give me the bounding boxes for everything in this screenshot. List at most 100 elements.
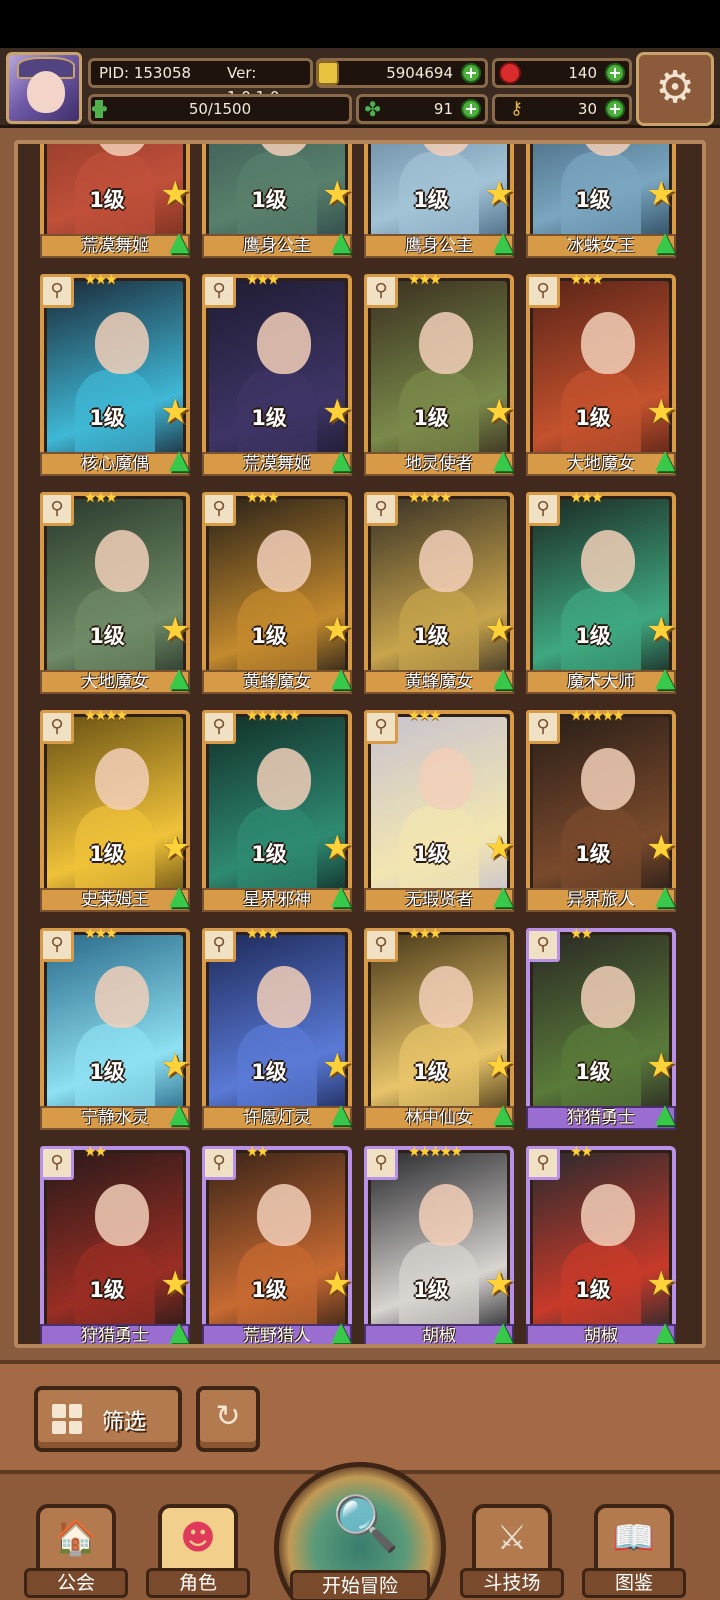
upgrade-arrow-icon[interactable]: ▲ [326, 1100, 356, 1130]
class-icon: ⚲ [40, 1146, 74, 1180]
character-card[interactable]: ⚲ ★★ 1级 ★ 荒野猎人 ▲ [202, 1144, 352, 1344]
upgrade-arrow-icon[interactable]: ▲ [650, 228, 680, 258]
player-avatar[interactable] [6, 52, 82, 124]
add-gold-button[interactable]: + [461, 63, 481, 83]
settings-button[interactable]: ⚙ [636, 52, 714, 126]
favorite-star-icon[interactable]: ★ [484, 1264, 514, 1304]
character-card[interactable]: ⚲ ★★★★ 1级 ★ 黄蜂魔女 ▲ [364, 490, 514, 702]
upgrade-arrow-icon[interactable]: ▲ [650, 1100, 680, 1130]
class-icon: ⚲ [202, 274, 236, 308]
character-card[interactable]: ⚲ ★★★ 1级 ★ 黄蜂魔女 ▲ [202, 490, 352, 702]
favorite-star-icon[interactable]: ★ [160, 610, 190, 650]
upgrade-arrow-icon[interactable]: ▲ [164, 664, 194, 694]
character-card[interactable]: ⚲ ★★★★★ 1级 ★ 异界旅人 ▲ [526, 708, 676, 920]
upgrade-arrow-icon[interactable]: ▲ [488, 228, 518, 258]
character-card[interactable]: ⚲ ★★★ 1级 ★ 魔术大师 ▲ [526, 490, 676, 702]
upgrade-arrow-icon[interactable]: ▲ [326, 882, 356, 912]
favorite-star-icon[interactable]: ★ [322, 1046, 352, 1086]
filter-button[interactable]: 筛选 [34, 1386, 182, 1452]
upgrade-arrow-icon[interactable]: ▲ [326, 664, 356, 694]
nav-guild[interactable]: 🏠 公会 [24, 1504, 128, 1600]
upgrade-arrow-icon[interactable]: ▲ [488, 882, 518, 912]
character-card[interactable]: ⚲★★★1级★鹰身公主▲ [202, 144, 352, 266]
add-key-button[interactable]: + [605, 99, 625, 119]
upgrade-arrow-icon[interactable]: ▲ [650, 664, 680, 694]
add-gem-button[interactable]: + [605, 63, 625, 83]
upgrade-arrow-icon[interactable]: ▲ [164, 882, 194, 912]
upgrade-arrow-icon[interactable]: ▲ [164, 1318, 194, 1344]
upgrade-arrow-icon[interactable]: ▲ [326, 446, 356, 476]
upgrade-arrow-icon[interactable]: ▲ [488, 664, 518, 694]
character-card[interactable]: ⚲ ★★ 1级 ★ 胡椒 ▲ [526, 1144, 676, 1344]
favorite-star-icon[interactable]: ★ [322, 828, 352, 868]
character-card[interactable]: ⚲ ★★★ 1级 ★ 宁静水灵 ▲ [40, 926, 190, 1138]
upgrade-arrow-icon[interactable]: ▲ [164, 446, 194, 476]
top-header: PID: 153058 Ver: 1.0.1.0 5904694 + 140 +… [0, 48, 720, 128]
upgrade-arrow-icon[interactable]: ▲ [488, 1318, 518, 1344]
upgrade-arrow-icon[interactable]: ▲ [164, 228, 194, 258]
favorite-star-icon[interactable]: ★ [484, 828, 514, 868]
upgrade-arrow-icon[interactable]: ▲ [488, 1100, 518, 1130]
character-grid-scroll[interactable]: ⚲★★★1级★荒漠舞姬▲⚲★★★1级★鹰身公主▲⚲★★★1级★鹰身公主▲⚲★★★… [14, 140, 706, 1348]
character-card[interactable]: ⚲★★★1级★冰蛛女王▲ [526, 144, 676, 266]
nav-character[interactable]: ☻ 角色 [146, 1504, 250, 1600]
card-level: 1级 [575, 1278, 611, 1302]
add-clover-button[interactable]: + [461, 99, 481, 119]
upgrade-arrow-icon[interactable]: ▲ [650, 1318, 680, 1344]
refresh-button[interactable]: ↻ [196, 1386, 260, 1452]
favorite-star-icon[interactable]: ★ [484, 1046, 514, 1086]
rarity-stars: ★★★ [246, 926, 280, 942]
character-card[interactable]: ⚲ ★★★ 1级 ★ 许愿灯灵 ▲ [202, 926, 352, 1138]
upgrade-arrow-icon[interactable]: ▲ [650, 446, 680, 476]
character-card[interactable]: ⚲ ★★★ 1级 ★ 无瑕贤者 ▲ [364, 708, 514, 920]
character-card[interactable]: ⚲★★★1级★荒漠舞姬▲ [202, 272, 352, 484]
character-card[interactable]: ⚲ ★★ 1级 ★ 狩猎勇士 ▲ [526, 926, 676, 1138]
character-card[interactable]: ⚲ ★★★ 1级 ★ 核心魔偶 ▲ [40, 272, 190, 484]
upgrade-arrow-icon[interactable]: ▲ [326, 1318, 356, 1344]
portrait-head [419, 312, 474, 374]
nav-adventure[interactable]: 🔍 开始冒险 [274, 1462, 446, 1600]
character-card[interactable]: ⚲ ★★★★★ 1级 ★ 星界邪神 ▲ [202, 708, 352, 920]
character-card[interactable]: ⚲ ★★ 1级 ★ 狩猎勇士 ▲ [40, 1144, 190, 1344]
favorite-star-icon[interactable]: ★ [646, 610, 676, 650]
favorite-star-icon[interactable]: ★ [646, 392, 676, 432]
character-card[interactable]: ⚲ ★★★★ 1级 ★ 史莱姆王 ▲ [40, 708, 190, 920]
favorite-star-icon[interactable]: ★ [322, 1264, 352, 1304]
card-level: 1级 [575, 188, 611, 212]
upgrade-arrow-icon[interactable]: ▲ [488, 446, 518, 476]
favorite-star-icon[interactable]: ★ [646, 174, 676, 214]
rarity-stars: ★★★ [84, 272, 118, 288]
character-card[interactable]: ⚲ ★★★★★ 1级 ★ 胡椒 ▲ [364, 1144, 514, 1344]
upgrade-arrow-icon[interactable]: ▲ [164, 1100, 194, 1130]
favorite-star-icon[interactable]: ★ [160, 174, 190, 214]
character-card[interactable]: ⚲★★★1级★荒漠舞姬▲ [40, 144, 190, 266]
favorite-star-icon[interactable]: ★ [484, 610, 514, 650]
character-card[interactable]: ⚲ ★★★ 1级 ★ 地灵使者 ▲ [364, 272, 514, 484]
upgrade-arrow-icon[interactable]: ▲ [326, 228, 356, 258]
favorite-star-icon[interactable]: ★ [484, 392, 514, 432]
character-card[interactable]: ⚲★★★1级★鹰身公主▲ [364, 144, 514, 266]
favorite-star-icon[interactable]: ★ [646, 1264, 676, 1304]
rarity-stars: ★★★ [246, 490, 280, 506]
favorite-star-icon[interactable]: ★ [322, 610, 352, 650]
favorite-star-icon[interactable]: ★ [160, 392, 190, 432]
favorite-star-icon[interactable]: ★ [322, 392, 352, 432]
favorite-star-icon[interactable]: ★ [160, 828, 190, 868]
rarity-stars: ★★★★★ [570, 708, 625, 724]
favorite-star-icon[interactable]: ★ [646, 828, 676, 868]
gear-icon: ⚙ [655, 62, 695, 113]
upgrade-arrow-icon[interactable]: ▲ [650, 882, 680, 912]
favorite-star-icon[interactable]: ★ [322, 174, 352, 214]
character-card[interactable]: ⚲ ★★★ 1级 ★ 林中仙女 ▲ [364, 926, 514, 1138]
character-card[interactable]: ⚲ ★★★ 1级 ★ 大地魔女 ▲ [40, 490, 190, 702]
nav-codex[interactable]: 📖 图鉴 [582, 1504, 686, 1600]
card-level: 1级 [575, 842, 611, 866]
rarity-stars: ★★ [246, 1144, 269, 1160]
nav-arena[interactable]: ⚔ 斗技场 [460, 1504, 564, 1600]
favorite-star-icon[interactable]: ★ [484, 174, 514, 214]
favorite-star-icon[interactable]: ★ [646, 1046, 676, 1086]
card-level: 1级 [413, 624, 449, 648]
favorite-star-icon[interactable]: ★ [160, 1046, 190, 1086]
favorite-star-icon[interactable]: ★ [160, 1264, 190, 1304]
character-card[interactable]: ⚲ ★★★ 1级 ★ 大地魔女 ▲ [526, 272, 676, 484]
